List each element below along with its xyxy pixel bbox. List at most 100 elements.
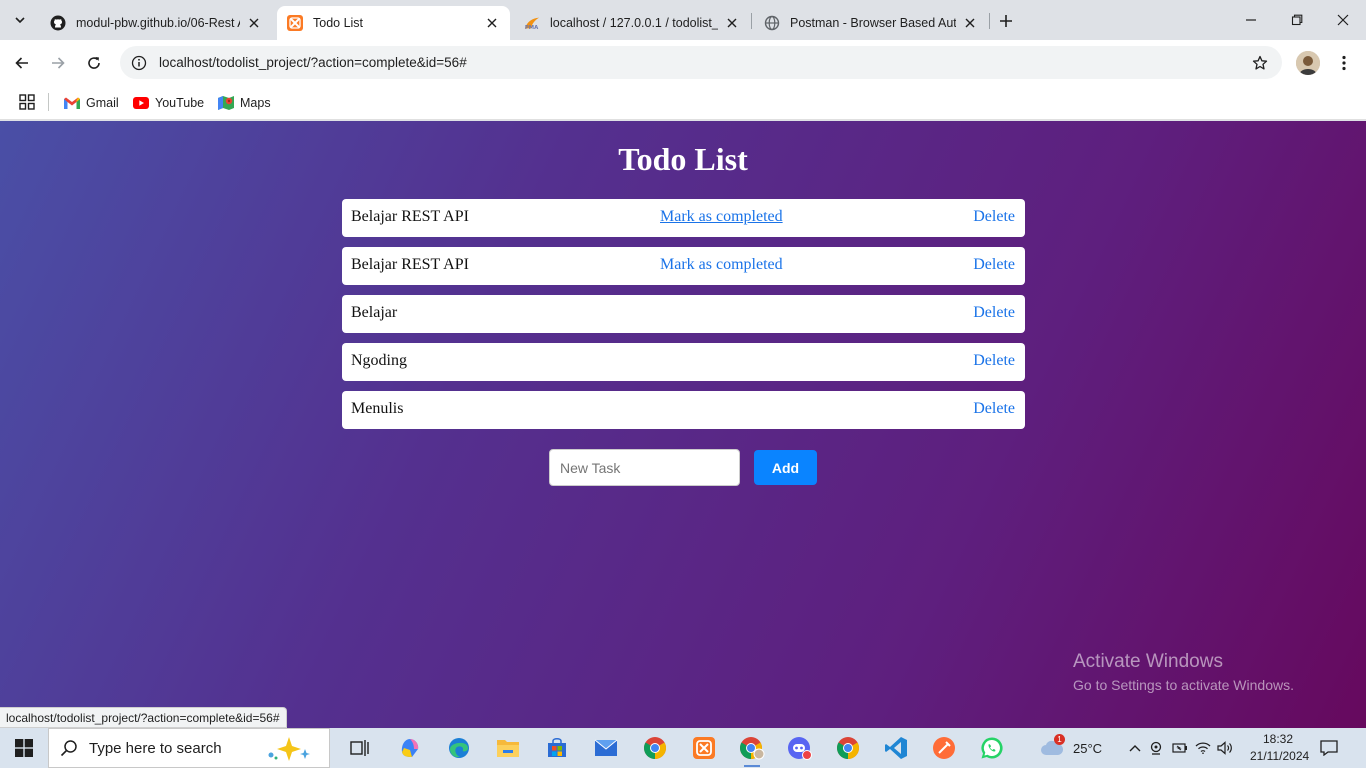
todo-item: Belajar Delete bbox=[342, 295, 1025, 333]
close-icon[interactable] bbox=[246, 15, 262, 31]
bookmark-label: YouTube bbox=[155, 96, 205, 110]
phpmyadmin-icon: PMA bbox=[524, 15, 540, 31]
temperature-text: 25°C bbox=[1073, 740, 1103, 756]
back-button[interactable] bbox=[8, 49, 36, 77]
delete-link[interactable]: Delete bbox=[973, 256, 1015, 274]
arrow-right-icon bbox=[52, 57, 65, 69]
vscode-icon[interactable] bbox=[880, 732, 912, 764]
delete-link[interactable]: Delete bbox=[973, 400, 1015, 418]
add-task-form: New Task Add bbox=[549, 449, 817, 486]
chevron-up-icon[interactable] bbox=[1126, 744, 1144, 752]
tab-separator bbox=[751, 13, 752, 29]
watermark-subtitle: Go to Settings to activate Windows. bbox=[1073, 677, 1294, 693]
tab-postman[interactable]: Postman - Browser Based Auth bbox=[754, 6, 988, 40]
mail-icon[interactable] bbox=[590, 732, 622, 764]
weather-widget[interactable]: 1 25°C bbox=[1040, 728, 1102, 768]
bookmark-maps[interactable]: Maps bbox=[218, 91, 271, 115]
todo-text: Belajar REST API bbox=[351, 256, 469, 273]
delete-link[interactable]: Delete bbox=[973, 304, 1015, 322]
tab-title: localhost / 127.0.0.1 / todolist_c bbox=[550, 16, 718, 30]
apps-grid-icon[interactable] bbox=[17, 92, 37, 112]
bookmark-label: Maps bbox=[240, 96, 271, 110]
plus-icon bbox=[1000, 15, 1012, 27]
weather-badge: 1 bbox=[1054, 734, 1065, 745]
tab-title: modul-pbw.github.io/06-Rest A bbox=[76, 16, 240, 30]
start-button[interactable] bbox=[0, 728, 48, 768]
reload-icon bbox=[88, 57, 100, 69]
file-explorer-icon[interactable] bbox=[492, 732, 524, 764]
gmail-icon bbox=[64, 95, 80, 111]
taskbar-clock[interactable]: 18:32 21/11/2024 bbox=[1250, 731, 1310, 765]
bookmark-star-icon[interactable] bbox=[1244, 55, 1276, 71]
restore-icon bbox=[1291, 14, 1303, 26]
site-info-icon[interactable] bbox=[122, 55, 156, 71]
url-text[interactable]: localhost/todolist_project/?action=compl… bbox=[156, 55, 1244, 70]
tab-title: Postman - Browser Based Auth bbox=[790, 16, 956, 30]
whatsapp-icon[interactable] bbox=[976, 732, 1008, 764]
reload-button[interactable] bbox=[80, 49, 108, 77]
discord-icon[interactable] bbox=[784, 732, 816, 764]
battery-plug-icon[interactable] bbox=[1168, 742, 1192, 754]
windows-logo-icon bbox=[15, 739, 33, 757]
notifications-button[interactable] bbox=[1320, 728, 1338, 768]
system-tray-icons bbox=[1126, 728, 1236, 768]
delete-link[interactable]: Delete bbox=[973, 208, 1015, 226]
close-icon[interactable] bbox=[484, 15, 500, 31]
address-bar[interactable]: localhost/todolist_project/?action=compl… bbox=[120, 46, 1282, 79]
tab-todo-list[interactable]: Todo List bbox=[277, 6, 510, 40]
new-tab-button[interactable] bbox=[994, 9, 1018, 33]
todo-text: Menulis bbox=[351, 400, 404, 417]
bookmark-separator bbox=[48, 93, 49, 111]
activate-windows-watermark: Activate Windows Go to Settings to activ… bbox=[1073, 651, 1294, 693]
postman-icon[interactable] bbox=[928, 732, 960, 764]
watermark-title: Activate Windows bbox=[1073, 651, 1223, 672]
chrome-profile-icon[interactable] bbox=[736, 732, 768, 767]
youtube-icon bbox=[133, 95, 149, 111]
restore-button[interactable] bbox=[1274, 0, 1320, 40]
taskbar-search[interactable]: Type here to search bbox=[48, 728, 330, 768]
edge-browser-icon[interactable] bbox=[443, 732, 475, 764]
chrome-icon[interactable] bbox=[832, 732, 864, 764]
task-view-icon[interactable] bbox=[344, 732, 376, 764]
new-task-input[interactable]: New Task bbox=[549, 449, 740, 486]
tab-search-button[interactable] bbox=[8, 8, 32, 32]
todo-item: Menulis Delete bbox=[342, 391, 1025, 429]
close-window-button[interactable] bbox=[1320, 0, 1366, 40]
webcam-icon[interactable] bbox=[1144, 741, 1168, 755]
bookmark-youtube[interactable]: YouTube bbox=[133, 91, 204, 115]
browser-toolbar: localhost/todolist_project/?action=compl… bbox=[0, 40, 1366, 86]
search-placeholder: Type here to search bbox=[89, 739, 222, 757]
chrome-icon[interactable] bbox=[639, 732, 671, 764]
todo-text: Ngoding bbox=[351, 352, 407, 369]
add-button[interactable]: Add bbox=[754, 450, 817, 485]
browser-menu-button[interactable] bbox=[1332, 51, 1356, 75]
minimize-icon bbox=[1246, 19, 1256, 21]
copilot-icon[interactable] bbox=[394, 732, 426, 764]
bookmark-gmail[interactable]: Gmail bbox=[64, 91, 119, 115]
microsoft-store-icon[interactable] bbox=[541, 732, 573, 764]
clock-date: 21/11/2024 bbox=[1250, 749, 1310, 763]
wifi-icon[interactable] bbox=[1192, 742, 1214, 754]
todo-list: Belajar REST API Mark as completed Delet… bbox=[342, 199, 1025, 439]
close-icon[interactable] bbox=[724, 15, 740, 31]
tab-separator bbox=[989, 13, 990, 29]
delete-link[interactable]: Delete bbox=[973, 352, 1015, 370]
mark-completed-link[interactable]: Mark as completed bbox=[660, 208, 783, 226]
minimize-button[interactable] bbox=[1228, 0, 1274, 40]
search-highlight-icon bbox=[265, 735, 315, 766]
close-icon[interactable] bbox=[962, 15, 978, 31]
close-icon bbox=[1337, 14, 1349, 26]
mark-completed-link[interactable]: Mark as completed bbox=[660, 256, 783, 274]
bookmark-label: Gmail bbox=[86, 96, 119, 110]
tab-github[interactable]: modul-pbw.github.io/06-Rest A bbox=[40, 6, 272, 40]
tab-phpmyadmin[interactable]: PMA localhost / 127.0.0.1 / todolist_c bbox=[514, 6, 750, 40]
profile-avatar[interactable] bbox=[1296, 51, 1320, 75]
bookmarks-bar: Gmail YouTube Maps bbox=[0, 86, 1366, 120]
tab-strip: modul-pbw.github.io/06-Rest A Todo List … bbox=[0, 0, 1366, 40]
volume-icon[interactable] bbox=[1214, 741, 1236, 755]
xampp-icon[interactable] bbox=[688, 732, 720, 764]
cloud-icon: 1 bbox=[1040, 734, 1065, 757]
todo-item: Belajar REST API Mark as completed Delet… bbox=[342, 247, 1025, 285]
chevron-down-icon bbox=[15, 17, 25, 24]
forward-button[interactable] bbox=[44, 49, 72, 77]
